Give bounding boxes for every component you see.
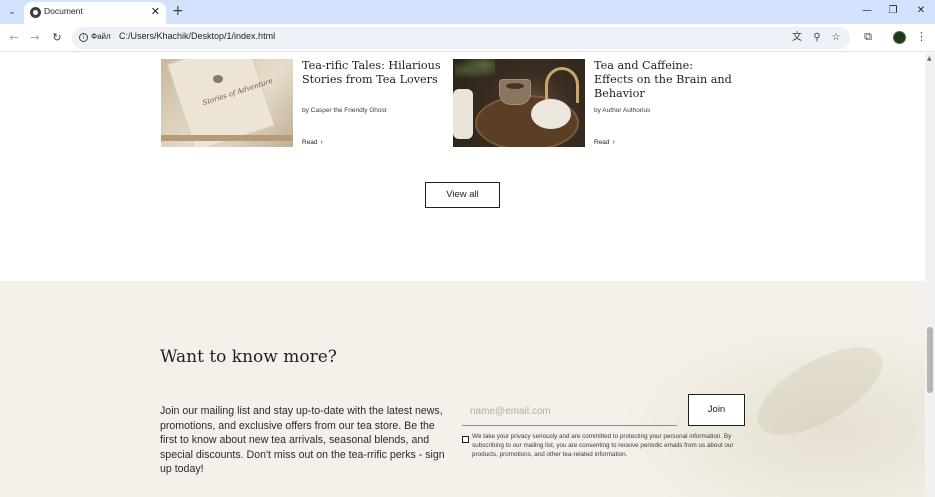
view-all-button[interactable]: View all: [425, 182, 500, 208]
read-link[interactable]: Read ›: [302, 139, 323, 146]
article-author: by Author Authorius: [594, 107, 651, 114]
leaves-illustration: [455, 59, 495, 81]
reload-icon[interactable]: ↻: [49, 30, 65, 46]
tab-title: Document: [44, 6, 83, 16]
address-bar[interactable]: i Файл C:/Users/Khachik/Desktop/1/index.…: [72, 27, 850, 49]
site-label: Файл: [91, 32, 111, 41]
menu-icon[interactable]: ⋮: [916, 30, 927, 44]
read-label: Read: [302, 139, 318, 146]
page-scrollbar[interactable]: ▲: [925, 53, 935, 497]
consent-text: We take your privacy seriously and are c…: [472, 433, 734, 458]
newsletter-section: Want to know more? Join our mailing list…: [0, 281, 925, 497]
jar-illustration: [453, 89, 473, 139]
chevron-right-icon: ›: [612, 139, 615, 146]
chevron-right-icon: ›: [320, 139, 323, 146]
email-field[interactable]: [462, 398, 677, 426]
page-viewport: Stories of Adventure Tea-rific Tales: Hi…: [0, 53, 925, 497]
back-icon[interactable]: ←: [6, 30, 22, 46]
close-icon[interactable]: ✕: [151, 5, 160, 19]
restore-icon[interactable]: ❐: [886, 4, 900, 18]
tab-strip: ⌄ Document ✕ + — ❐ ✕: [0, 0, 935, 24]
article-image[interactable]: Stories of Adventure: [161, 59, 293, 147]
extensions-icon[interactable]: ⧉: [861, 30, 875, 44]
newsletter-description: Join our mailing list and stay up-to-dat…: [160, 405, 445, 476]
consent-checkbox[interactable]: [462, 436, 469, 443]
translate-icon[interactable]: 文: [790, 31, 804, 45]
info-icon[interactable]: i: [79, 33, 88, 42]
globe-icon: [30, 7, 41, 18]
cup-illustration: [499, 79, 531, 105]
article-author: by Casper the Friendly Ghost: [302, 107, 387, 114]
profile-icon[interactable]: [893, 31, 906, 44]
book-clip: [213, 75, 223, 83]
article-card: Stories of Adventure Tea-rific Tales: Hi…: [161, 59, 451, 147]
newsletter-heading: Want to know more?: [160, 347, 337, 367]
teapot-handle-illustration: [545, 67, 579, 103]
url-text[interactable]: C:/Users/Khachik/Desktop/1/index.html: [119, 31, 275, 41]
teapot-illustration: [531, 99, 571, 129]
window-close-icon[interactable]: ✕: [914, 4, 928, 18]
article-card: Tea and Caffeine: Effects on the Brain a…: [453, 59, 743, 147]
article-title[interactable]: Tea and Caffeine: Effects on the Brain a…: [594, 59, 734, 101]
forward-icon[interactable]: →: [27, 30, 43, 46]
star-icon[interactable]: ☆: [829, 31, 843, 45]
scroll-up-icon[interactable]: ▲: [927, 55, 932, 62]
book-spine: [161, 135, 293, 141]
scroll-thumb[interactable]: [927, 327, 933, 393]
article-image[interactable]: [453, 59, 585, 147]
zoom-icon[interactable]: ⚲: [810, 31, 824, 45]
minimize-icon[interactable]: —: [860, 4, 874, 18]
read-label: Read: [594, 139, 610, 146]
read-link[interactable]: Read ›: [594, 139, 615, 146]
tab-document[interactable]: Document ✕: [24, 2, 166, 24]
browser-toolbar: ← → ↻ i Файл C:/Users/Khachik/Desktop/1/…: [0, 24, 935, 52]
book-illustration: [166, 59, 276, 147]
tab-search-icon[interactable]: ⌄: [4, 4, 20, 20]
join-button[interactable]: Join: [688, 394, 745, 426]
plus-icon[interactable]: +: [172, 4, 184, 18]
article-title[interactable]: Tea-rific Tales: Hilarious Stories from …: [302, 59, 442, 87]
